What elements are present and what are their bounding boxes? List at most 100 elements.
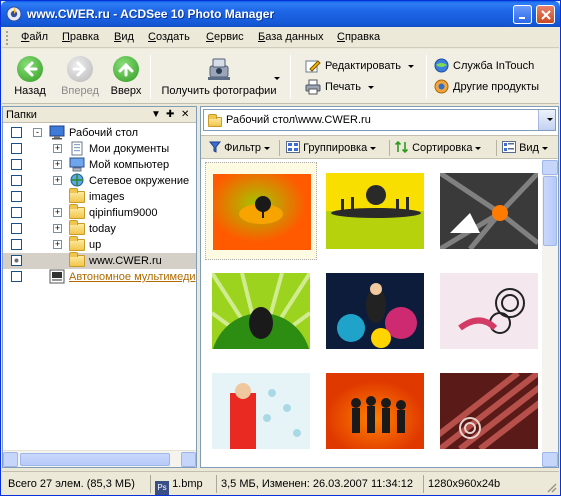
path-folder-icon	[208, 114, 222, 127]
forward-button[interactable]: Вперед	[58, 56, 102, 97]
group-dropdown-icon	[370, 146, 377, 150]
toolbar-separator	[150, 55, 151, 99]
thumbnail-image	[440, 373, 538, 449]
tree-item[interactable]: + Мой компьютер	[3, 157, 196, 173]
tree-item-checkbox[interactable]	[11, 223, 22, 234]
tree-item-checkbox[interactable]	[11, 143, 22, 154]
tree-item[interactable]: - Рабочий стол	[3, 125, 196, 141]
thumbnail-item[interactable]	[205, 162, 317, 260]
resize-grip-icon[interactable]	[545, 481, 557, 493]
view-button[interactable]: Вид	[502, 141, 548, 154]
menu-file[interactable]: Файл	[21, 31, 48, 43]
folder-icon	[69, 220, 85, 236]
menu-bar: Файл Правка Вид Создать Сервис База данн…	[2, 28, 559, 48]
path-text: Рабочий стол\www.CWER.ru	[226, 114, 371, 126]
collapse-icon[interactable]: -	[33, 128, 42, 137]
tree-item[interactable]: www.CWER.ru	[3, 252, 196, 269]
thumbnail-item[interactable]	[433, 162, 542, 260]
folders-horizontal-scrollbar[interactable]	[3, 450, 196, 467]
get-photos-label: Получить фотографии	[161, 85, 277, 97]
scroll-right-icon[interactable]	[181, 452, 196, 467]
thumbnail-item[interactable]	[433, 362, 542, 460]
back-button[interactable]: Назад	[10, 56, 50, 97]
tree-item-checkbox[interactable]	[11, 255, 22, 266]
scroll-up-icon[interactable]	[542, 160, 558, 175]
tree-item-checkbox[interactable]	[11, 159, 22, 170]
scrollbar-thumb[interactable]	[543, 176, 557, 246]
title-bar[interactable]: www.CWER.ru - ACDSee 10 Photo Manager	[1, 1, 560, 27]
folder-icon	[69, 188, 85, 204]
tree-item-checkbox[interactable]	[11, 207, 22, 218]
thumbnail-item[interactable]	[205, 362, 317, 460]
minimize-button-face[interactable]	[513, 5, 532, 24]
tree-item[interactable]: images	[3, 188, 196, 205]
thumbnail-item[interactable]	[205, 262, 317, 360]
group-button[interactable]: Группировка	[286, 141, 377, 154]
panel-pin-icon[interactable]: ✚	[166, 109, 174, 120]
menu-edit[interactable]: Правка	[62, 31, 99, 43]
path-combobox[interactable]: Рабочий стол\www.CWER.ru	[203, 109, 556, 131]
tree-item-checkbox[interactable]	[11, 127, 22, 138]
edit-icon	[305, 60, 321, 73]
expand-icon[interactable]: +	[53, 176, 62, 185]
sort-button[interactable]: Сортировка	[394, 140, 482, 154]
expand-icon[interactable]: +	[53, 160, 62, 169]
get-photos-button[interactable]: Получить фотографии	[160, 56, 280, 97]
status-bar: Всего 27 элем. (85,3 МБ) Ps 1.bmp 3,5 МБ…	[2, 471, 559, 495]
menu-help[interactable]: Справка	[337, 31, 380, 43]
panel-menu-icon[interactable]: ▼	[151, 109, 161, 120]
status-file: Ps 1.bmp	[150, 475, 215, 495]
tree-item-label: Сетевое окружение	[89, 175, 190, 187]
expand-icon[interactable]: +	[53, 224, 62, 233]
tree-item[interactable]: Автономное мультимеди	[3, 269, 196, 285]
expand-icon[interactable]: +	[53, 208, 62, 217]
bmp-file-icon: Ps	[155, 481, 169, 495]
tree-item-checkbox[interactable]	[11, 175, 22, 186]
edit-dropdown-icon[interactable]	[408, 64, 414, 68]
menu-create[interactable]: Создать	[148, 31, 190, 43]
thumbnail-image	[440, 273, 538, 349]
print-button[interactable]: Печать	[305, 79, 375, 95]
expand-icon[interactable]: +	[53, 240, 62, 249]
filter-button[interactable]: Фильтр	[208, 141, 271, 154]
panel-close-icon[interactable]: ✕	[181, 109, 189, 120]
tree-item-checkbox[interactable]	[11, 239, 22, 250]
up-button[interactable]: Вверх	[106, 56, 146, 97]
sort-icon	[394, 140, 409, 154]
tree-item-checkbox[interactable]	[11, 191, 22, 202]
thumbnails-vertical-scrollbar[interactable]	[542, 160, 558, 467]
menu-database[interactable]: База данных	[258, 31, 324, 43]
other-products-button[interactable]: Другие продукты	[434, 79, 539, 94]
tree-item[interactable]: + Мои документы	[3, 141, 196, 157]
view-icon	[502, 141, 516, 153]
funnel-icon	[208, 141, 222, 153]
close-button[interactable]	[536, 5, 555, 24]
menu-tools[interactable]: Сервис	[206, 31, 244, 43]
tree-item-checkbox[interactable]	[11, 271, 22, 282]
tree-item[interactable]: + qipinfium9000	[3, 204, 196, 221]
path-dropdown-button[interactable]	[538, 110, 555, 130]
tree-item[interactable]: + Сетевое окружение	[3, 173, 196, 189]
tree-item[interactable]: + up	[3, 236, 196, 253]
scrollbar-thumb[interactable]	[20, 453, 170, 466]
thumbnail-grid	[201, 160, 542, 467]
thumbnail-item[interactable]	[433, 262, 542, 360]
thumbnail-item[interactable]	[319, 162, 431, 260]
intouch-button[interactable]: Служба InTouch	[434, 58, 534, 73]
menubar-grip[interactable]	[6, 31, 9, 45]
menu-view[interactable]: Вид	[114, 31, 134, 43]
expand-icon[interactable]: +	[53, 144, 62, 153]
folders-panel-header: Папки ▼ ✚ ✕	[3, 107, 196, 123]
status-file-name: 1.bmp	[172, 478, 203, 490]
get-photos-dropdown-icon[interactable]	[274, 77, 280, 80]
thumbnail-item[interactable]	[319, 262, 431, 360]
print-dropdown-icon[interactable]	[368, 85, 375, 89]
thumbnail-image	[326, 373, 424, 449]
scroll-left-icon[interactable]	[3, 452, 18, 467]
back-label: Назад	[14, 85, 46, 97]
thumbnail-item[interactable]	[319, 362, 431, 460]
tree-item[interactable]: + today	[3, 220, 196, 237]
status-item-count: Всего 27 элем. (85,3 МБ)	[8, 478, 135, 490]
edit-button[interactable]: Редактировать	[305, 58, 414, 74]
scroll-down-icon[interactable]	[542, 452, 558, 467]
